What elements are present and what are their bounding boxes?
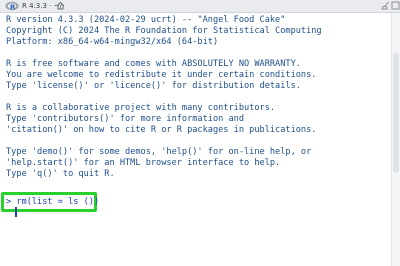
console-line: R is free software and comes with ABSOLU… xyxy=(6,59,301,69)
text-cursor xyxy=(15,207,17,217)
console-line: R version 4.3.3 (2024-02-29 ucrt) -- "An… xyxy=(6,15,286,25)
broom-icon[interactable] xyxy=(381,1,390,10)
console-line: Copyright (C) 2024 The R Foundation for … xyxy=(6,26,322,36)
console-line: You are welcome to redistribute it under… xyxy=(6,70,317,80)
console-line: Type 'contributors()' for more informati… xyxy=(6,114,244,124)
home-icon[interactable] xyxy=(56,1,65,10)
r-logo-icon: R xyxy=(5,1,19,11)
console-line: Type 'demo()' for some demos, 'help()' f… xyxy=(6,147,312,157)
console-line: R is a collaborative project with many c… xyxy=(6,103,276,113)
console-line: Type 'license()' or 'licence()' for dist… xyxy=(6,81,301,91)
console-titlebar: R R 4.3.3 · ~/ xyxy=(0,0,400,13)
collapse-icon[interactable] xyxy=(391,1,400,10)
console-prompt-input[interactable]: > rm(list = ls ()) xyxy=(6,197,99,208)
console-line: Platform: x86_64-w64-mingw32/x64 (64-bit… xyxy=(6,37,219,47)
rstudio-console-window: R R 4.3.3 · ~/ R version 4.3.3 (2024-02-… xyxy=(0,0,400,266)
console-line: Type 'q()' to quit R. xyxy=(6,169,115,179)
console-scrollbar[interactable] xyxy=(391,13,400,266)
console-line: 'help.start()' for an HTML browser inter… xyxy=(6,158,281,168)
console-line: 'citation()' on how to cite R or R packa… xyxy=(6,125,317,135)
svg-text:R: R xyxy=(10,4,16,12)
console-output[interactable]: R version 4.3.3 (2024-02-29 ucrt) -- "An… xyxy=(0,13,392,266)
scrollbar-thumb[interactable] xyxy=(393,53,399,173)
